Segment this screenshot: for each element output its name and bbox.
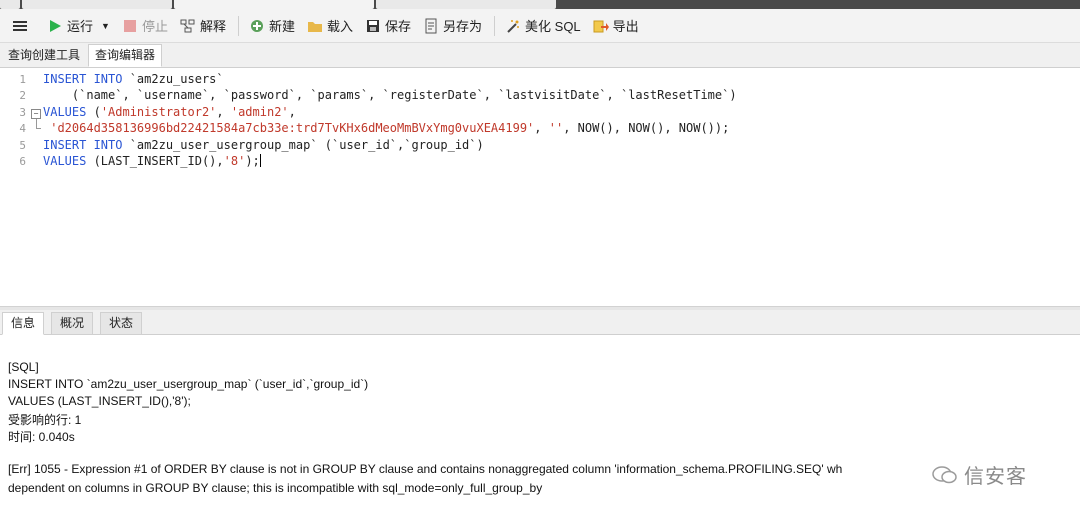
sql-string: 'd2064d358136996bd22421584a7cb33e:trd7Tv… — [43, 121, 535, 135]
save-label: 保存 — [385, 19, 412, 34]
line-number: 2 — [19, 89, 26, 102]
code-line: VALUES ('Administrator2', 'admin2', — [43, 105, 296, 119]
window-tab[interactable] — [22, 0, 172, 9]
query-toolbar: 运行 ▼ 停止 解释 新建 载入 保存 另存为 美化 SQL 导出 — [0, 9, 1080, 43]
message-panel: [SQL] INSERT INTO `am2zu_user_usergroup_… — [0, 335, 1080, 517]
export-label: 导出 — [612, 19, 639, 34]
text-cursor — [259, 154, 261, 167]
fold-line-end — [36, 128, 41, 129]
tab-query-editor[interactable]: 查询编辑器 — [88, 44, 163, 67]
sql-keyword: VALUES — [43, 105, 87, 119]
load-button[interactable]: 载入 — [302, 14, 358, 38]
sql-string: 'admin2' — [230, 105, 289, 119]
watermark-text: 信安客 — [964, 466, 1027, 488]
fold-toggle-icon[interactable]: − — [31, 109, 41, 119]
explain-button[interactable]: 解释 — [175, 14, 231, 38]
code-line: 'd2064d358136996bd22421584a7cb33e:trd7Tv… — [43, 121, 729, 135]
execution-time: 时间: 0.040s — [8, 430, 75, 444]
error-message: [Err] 1055 - Expression #1 of ORDER BY c… — [8, 462, 843, 476]
fold-line — [36, 119, 37, 128]
export-icon — [593, 18, 609, 34]
explain-label: 解释 — [199, 19, 226, 34]
sql-text: (`name`, `username`, `password`, `params… — [43, 88, 737, 102]
line-number: 6 — [19, 155, 26, 168]
sql-text: , — [288, 105, 296, 119]
error-message: dependent on columns in GROUP BY clause;… — [8, 481, 543, 495]
magic-wand-icon — [505, 18, 521, 34]
folder-icon — [307, 18, 323, 34]
code-line: INSERT INTO `am2zu_users` — [43, 72, 224, 86]
sql-string: 'Administrator2' — [100, 105, 217, 119]
line-number: 1 — [19, 73, 26, 86]
tab-query-builder[interactable]: 查询创建工具 — [2, 45, 86, 66]
sql-string: '8' — [223, 154, 246, 168]
sql-string: '' — [548, 121, 564, 135]
line-number: 3 — [19, 106, 26, 119]
window-tab[interactable] — [376, 0, 556, 9]
sql-text: `am2zu_users` — [122, 72, 224, 86]
line-number-gutter: 1 2 3 4 5 6 − — [0, 68, 41, 306]
menu-icon[interactable] — [12, 18, 28, 34]
save-icon — [365, 18, 381, 34]
save-as-button[interactable]: 另存为 — [418, 14, 487, 38]
watermark: 信安客 — [932, 460, 1027, 489]
affected-rows: 受影响的行: 1 — [8, 413, 82, 427]
beautify-sql-label: 美化 SQL — [525, 19, 581, 34]
code-line: VALUES (LAST_INSERT_ID(),'8'); — [43, 154, 261, 168]
run-label: 运行 — [67, 19, 94, 34]
sql-keyword: INSERT INTO — [43, 72, 123, 86]
message-line: VALUES (LAST_INSERT_ID(),'8'); — [8, 394, 191, 408]
sql-text: ( — [86, 105, 101, 119]
code-line: INSERT INTO `am2zu_user_usergroup_map` (… — [43, 138, 484, 152]
message-line: [SQL] — [8, 360, 39, 374]
save-as-icon — [423, 18, 439, 34]
wechat-icon — [932, 465, 958, 485]
window-tab-strip — [0, 0, 1080, 9]
stop-button[interactable]: 停止 — [117, 14, 173, 38]
tab-overview[interactable]: 概况 — [51, 312, 94, 335]
chevron-down-icon[interactable]: ▼ — [101, 21, 110, 31]
sql-text: , — [216, 105, 231, 119]
message-line: INSERT INTO `am2zu_user_usergroup_map` (… — [8, 377, 369, 391]
toolbar-divider — [237, 15, 239, 36]
sql-text: (LAST_INSERT_ID(), — [86, 154, 224, 168]
save-as-label: 另存为 — [443, 19, 483, 34]
sql-editor[interactable]: 1 2 3 4 5 6 − INSERT INTO `am2zu_users` … — [0, 68, 1080, 306]
line-number: 4 — [19, 122, 26, 135]
window-tab-active[interactable] — [174, 0, 374, 9]
stop-label: 停止 — [141, 19, 168, 34]
beautify-sql-button[interactable]: 美化 SQL — [500, 14, 586, 38]
save-button[interactable]: 保存 — [360, 14, 416, 38]
sql-text: , NOW(), NOW(), NOW()); — [563, 121, 730, 135]
result-tabs: 信息 概况 状态 — [0, 310, 1080, 335]
load-label: 载入 — [326, 19, 353, 34]
tab-info[interactable]: 信息 — [2, 312, 45, 335]
sql-text: `am2zu_user_usergroup_map` (`user_id`,`g… — [122, 138, 484, 152]
play-icon — [47, 18, 63, 34]
window-tab[interactable] — [0, 0, 20, 9]
sql-keyword: INSERT INTO — [43, 138, 123, 152]
new-button[interactable]: 新建 — [244, 14, 300, 38]
tab-status[interactable]: 状态 — [100, 312, 143, 335]
editor-mode-tabs: 查询创建工具 查询编辑器 — [0, 43, 1080, 68]
new-label: 新建 — [268, 19, 295, 34]
stop-icon — [122, 18, 138, 34]
sql-text: ); — [245, 154, 260, 168]
line-number: 5 — [19, 139, 26, 152]
code-line: (`name`, `username`, `password`, `params… — [43, 88, 737, 102]
run-button[interactable]: 运行 ▼ — [42, 14, 115, 38]
toolbar-divider — [494, 15, 496, 36]
sql-text: , — [534, 121, 549, 135]
new-query-icon — [249, 18, 265, 34]
explain-icon — [180, 18, 196, 34]
sql-keyword: VALUES — [43, 154, 87, 168]
export-button[interactable]: 导出 — [588, 14, 644, 38]
